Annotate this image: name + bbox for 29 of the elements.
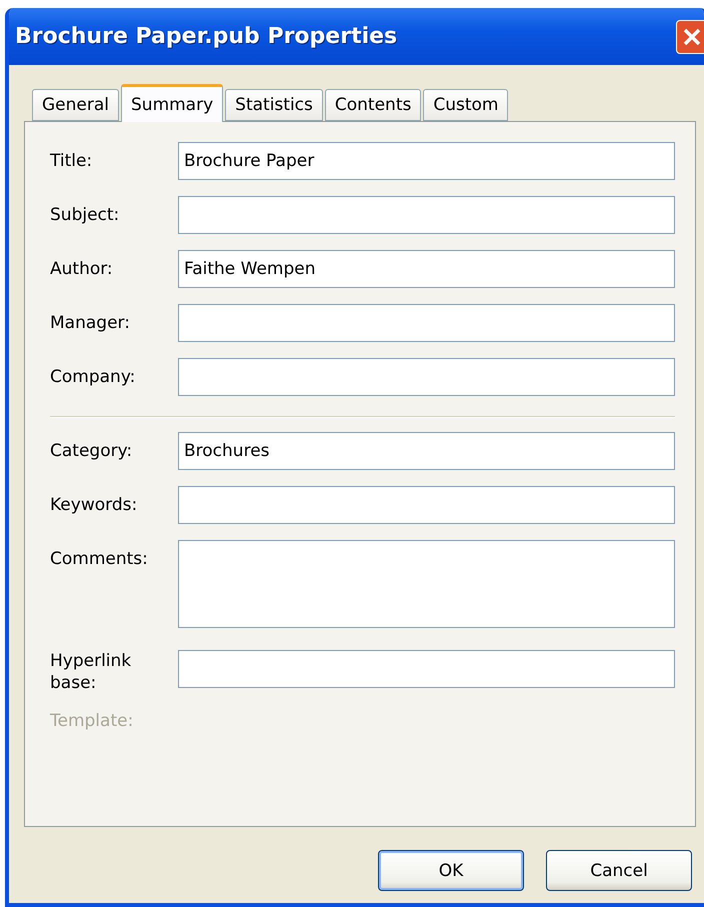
field-label: Hyperlink base:: [50, 650, 132, 694]
text-field[interactable]: [178, 486, 675, 524]
tab[interactable]: Summary: [121, 84, 224, 122]
text-field[interactable]: [178, 650, 675, 688]
tab[interactable]: Custom: [423, 89, 508, 121]
tab[interactable]: Contents: [324, 89, 422, 121]
field-label: Keywords:: [50, 494, 138, 516]
comments-field[interactable]: [178, 540, 675, 628]
text-field[interactable]: [178, 304, 675, 342]
text-field[interactable]: Brochures: [178, 432, 675, 470]
dialog-button[interactable]: Cancel: [546, 850, 692, 891]
text-field[interactable]: Brochure Paper: [178, 142, 675, 180]
window-title: Brochure Paper.pub Properties: [15, 24, 398, 49]
text-field[interactable]: [178, 358, 675, 396]
tab[interactable]: Statistics: [225, 89, 323, 121]
field-label: Author:: [50, 258, 114, 280]
close-button[interactable]: [676, 20, 704, 54]
field-label: Manager:: [50, 312, 131, 334]
text-field[interactable]: Faithe Wempen: [178, 250, 675, 288]
field-label: Company:: [50, 366, 136, 388]
text-field[interactable]: [178, 196, 675, 234]
close-icon: [683, 28, 701, 46]
field-label: Title:: [50, 150, 94, 172]
field-label: Subject:: [50, 204, 120, 226]
field-label: Category:: [50, 440, 134, 462]
dialog-button[interactable]: OK: [378, 850, 524, 891]
field-label: Template:: [50, 710, 134, 732]
tab[interactable]: General: [32, 89, 119, 121]
field-label: Comments:: [50, 548, 149, 570]
